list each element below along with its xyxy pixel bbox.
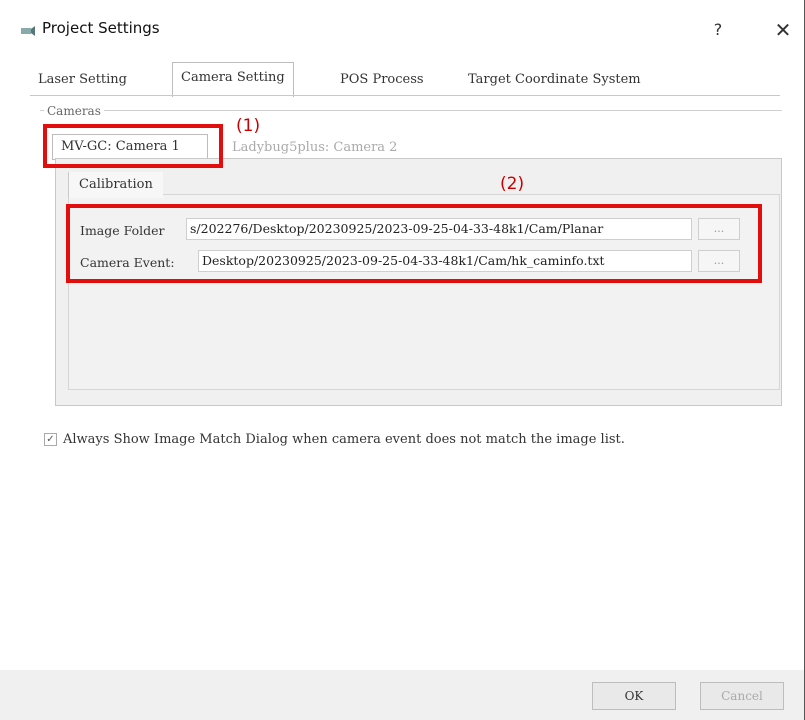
dialog-footer: OK Cancel [0,670,805,720]
always-show-checkbox[interactable]: ✓ [44,433,57,446]
ok-button[interactable]: OK [592,682,676,710]
tab-pos-process[interactable]: POS Process [332,66,432,94]
cameras-group-label: Cameras [44,104,104,118]
always-show-option[interactable]: ✓ Always Show Image Match Dialog when cam… [44,432,625,447]
annotation-label-1: (1) [236,116,261,136]
camera-tab-2[interactable]: Ladybug5plus: Camera 2 [232,136,397,160]
cancel-button[interactable]: Cancel [700,682,784,710]
title-bar: Project Settings ? ✕ [0,0,805,60]
always-show-label: Always Show Image Match Dialog when came… [63,432,625,447]
window-title: Project Settings [42,19,160,37]
app-icon [21,26,35,36]
help-button[interactable]: ? [704,16,732,44]
tab-camera-setting[interactable]: Camera Setting [172,62,294,97]
tab-divider [30,95,780,96]
tab-laser-setting[interactable]: Laser Setting [30,66,135,94]
tab-target-coordinate-system[interactable]: Target Coordinate System [460,66,649,94]
annotation-box-2 [66,204,762,283]
annotation-box-1 [43,124,223,168]
close-button[interactable]: ✕ [768,16,798,44]
tab-calibration[interactable]: Calibration [68,172,163,198]
annotation-label-2: (2) [500,174,525,194]
